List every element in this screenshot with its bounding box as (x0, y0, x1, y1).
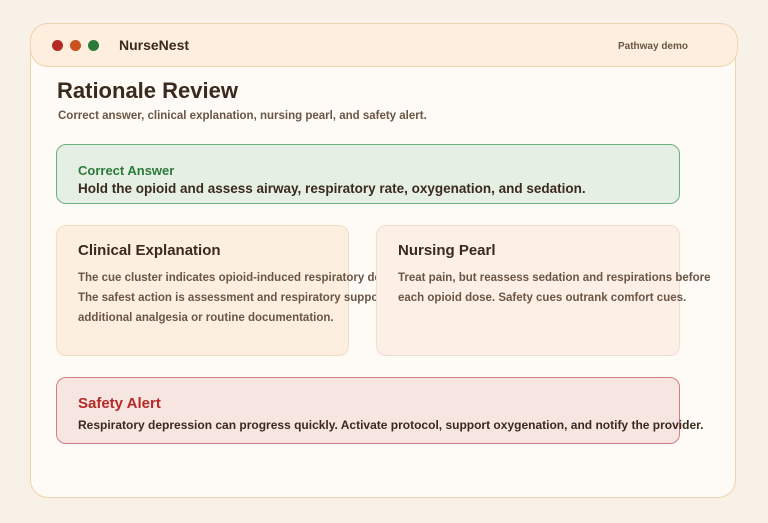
clinical-explanation-heading: Clinical Explanation (78, 242, 221, 259)
maximize-dot[interactable] (88, 40, 99, 51)
pearl-line: Treat pain, but reassess sedation and re… (398, 272, 711, 284)
clinical-explanation-card: Clinical Explanation The cue cluster ind… (56, 225, 432, 356)
page-subtitle: Correct answer, clinical explanation, nu… (58, 110, 427, 122)
mode-label: Pathway demo (617, 41, 688, 52)
nursing-pearl-text: Treat pain, but reassess sedation and re… (398, 268, 711, 308)
app-title: NurseNest (119, 37, 190, 53)
pearl-line: each opioid dose. Safety cues outrank co… (398, 292, 687, 304)
correct-answer-label: Correct Answer (78, 163, 175, 178)
safety-alert-label: Safety Alert (78, 395, 161, 412)
safety-alert-text: Respiratory depression can progress quic… (78, 418, 704, 432)
clinical-line: The safest action is assessment and resp… (78, 292, 426, 304)
safety-alert-card: Safety Alert Respiratory depression can … (56, 377, 703, 444)
correct-answer-text: Hold the opioid and assess airway, respi… (78, 181, 586, 196)
nursing-pearl-heading: Nursing Pearl (398, 242, 496, 259)
nursing-pearl-card: Nursing Pearl Treat pain, but reassess s… (376, 225, 711, 356)
page-title: Rationale Review (57, 78, 238, 103)
minimize-dot[interactable] (70, 40, 81, 51)
close-dot[interactable] (52, 40, 63, 51)
correct-answer-card: Correct Answer Hold the opioid and asses… (56, 144, 680, 204)
title-bar: NurseNest Pathway demo (30, 23, 738, 67)
app-window: NurseNest Pathway demo Rationale Review … (30, 23, 738, 498)
clinical-line: additional analgesia or routine document… (78, 312, 334, 324)
